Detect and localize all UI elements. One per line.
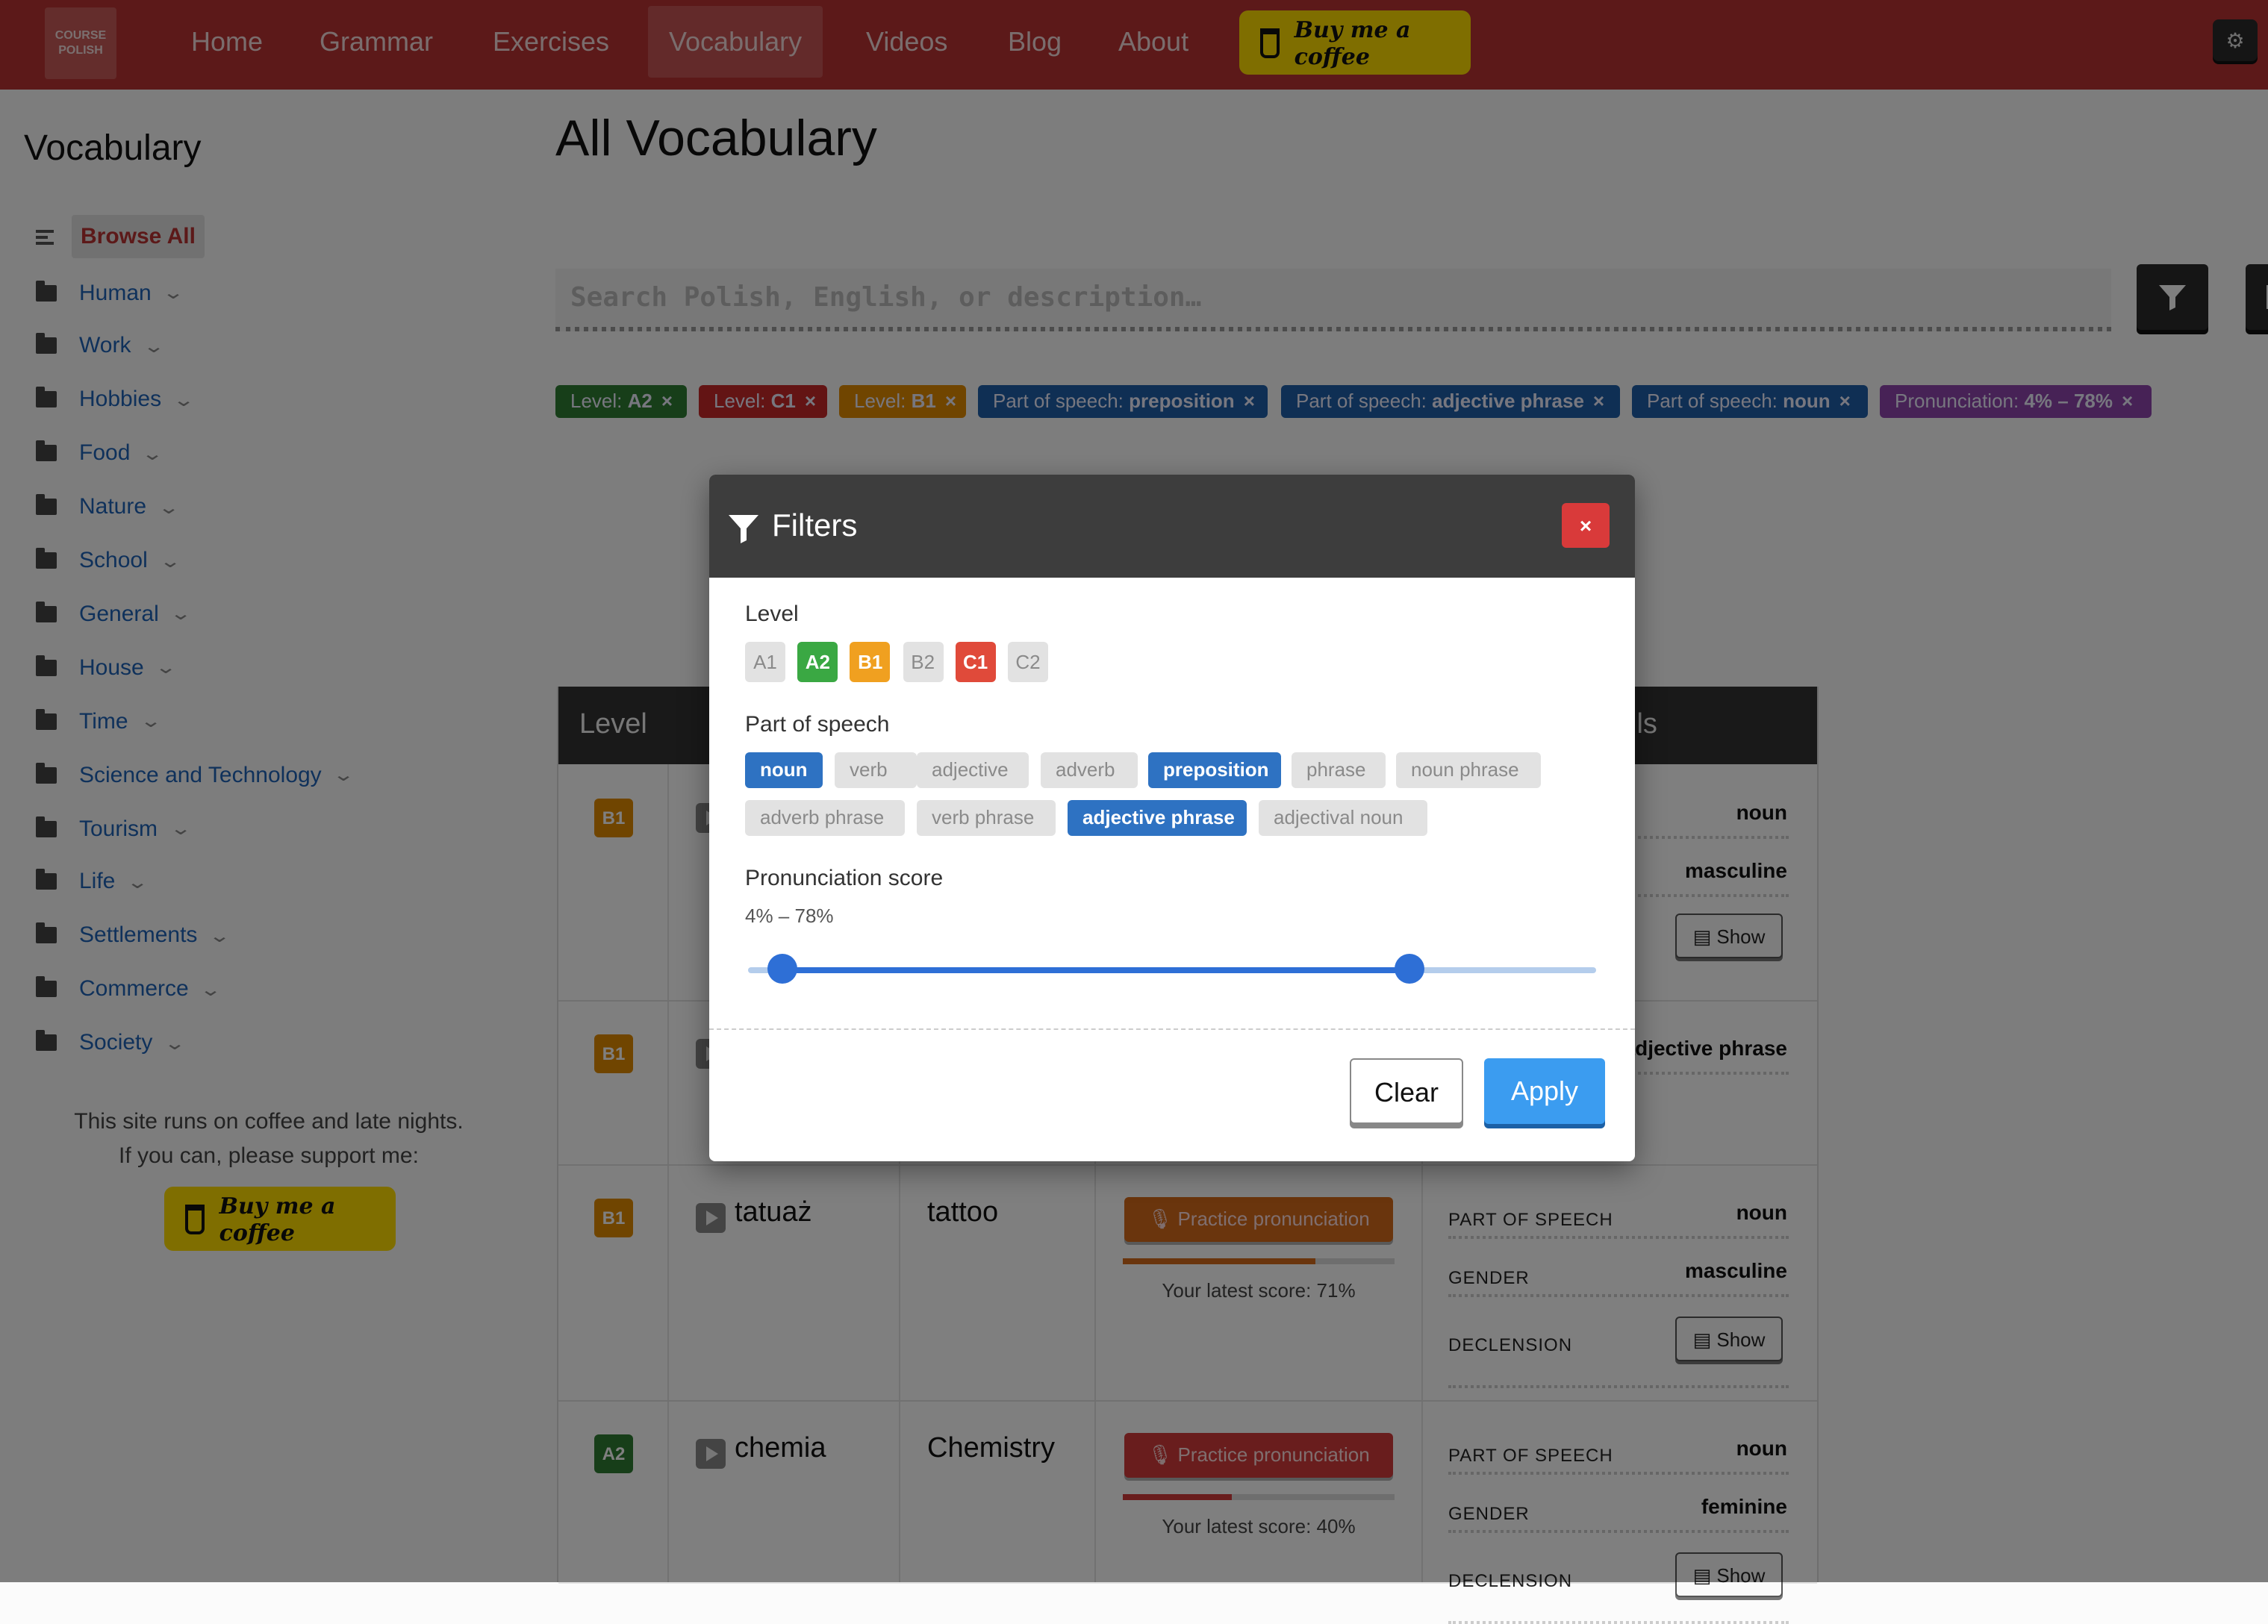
pos-toggle-phrase[interactable]: phrase bbox=[1292, 752, 1386, 788]
level-toggle-b1[interactable]: B1 bbox=[850, 642, 891, 682]
pronunciation-range-text: 4% – 78% bbox=[745, 905, 834, 927]
apply-button[interactable]: Apply bbox=[1484, 1058, 1605, 1124]
pronunciation-slider-track[interactable] bbox=[748, 967, 1596, 973]
filter-icon bbox=[729, 515, 758, 543]
pronunciation-label: Pronunciation score bbox=[745, 866, 944, 891]
slider-min-handle[interactable] bbox=[767, 954, 797, 984]
level-toggle-c1[interactable]: C1 bbox=[955, 642, 996, 682]
pos-toggle-preposition[interactable]: preposition bbox=[1148, 752, 1281, 788]
pos-toggle-verb[interactable]: verb bbox=[835, 752, 917, 788]
pos-toggle-adverb[interactable]: adverb bbox=[1041, 752, 1138, 788]
slider-max-handle[interactable] bbox=[1395, 954, 1425, 984]
filters-modal: Filters × Level A1 A2 B1 B2 C1 C2 Part of spe… bbox=[709, 475, 1635, 1161]
close-icon[interactable]: × bbox=[1562, 503, 1610, 548]
page: COURSE POLISH HomeGrammarExercisesVocabu… bbox=[0, 0, 2268, 1624]
pos-toggle-adjectival-noun[interactable]: adjectival noun bbox=[1259, 800, 1427, 836]
modal-title: Filters bbox=[772, 509, 858, 543]
pos-toggle-adjective[interactable]: adjective bbox=[917, 752, 1029, 788]
pos-toggle-verb-phrase[interactable]: verb phrase bbox=[917, 800, 1056, 836]
modal-header: Filters × bbox=[709, 475, 1635, 578]
level-toggle-b2[interactable]: B2 bbox=[903, 642, 944, 682]
detail-divider bbox=[1448, 1621, 1789, 1624]
level-label: Level bbox=[745, 602, 799, 627]
pos-toggle-noun[interactable]: noun bbox=[745, 752, 823, 788]
pos-toggle-noun-phrase[interactable]: noun phrase bbox=[1396, 752, 1541, 788]
pos-label: Part of speech bbox=[745, 712, 890, 737]
level-toggle-a1[interactable]: A1 bbox=[745, 642, 785, 682]
level-toggle-a2[interactable]: A2 bbox=[797, 642, 838, 682]
pos-toggle-adverb-phrase[interactable]: adverb phrase bbox=[745, 800, 905, 836]
pos-toggle-adjective-phrase[interactable]: adjective phrase bbox=[1068, 800, 1247, 836]
clear-button[interactable]: Clear bbox=[1350, 1058, 1463, 1124]
level-toggle-c2[interactable]: C2 bbox=[1008, 642, 1048, 682]
pronunciation-slider-selection bbox=[782, 967, 1410, 973]
